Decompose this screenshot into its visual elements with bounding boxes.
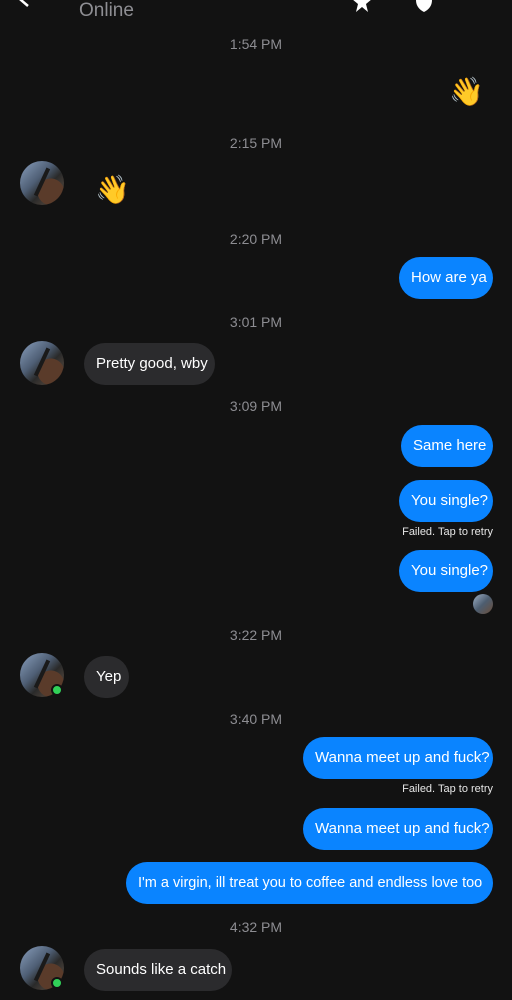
incoming-message[interactable]: Yep [84, 656, 129, 698]
timestamp: 2:20 PM [229, 231, 283, 247]
failed-retry-label[interactable]: Failed. Tap to retry [402, 526, 493, 538]
online-indicator [51, 684, 63, 696]
outgoing-message[interactable]: Wanna meet up and fuck? [303, 808, 493, 850]
incoming-wave-emoji[interactable]: 👋 [95, 176, 130, 204]
shield-icon[interactable] [414, 0, 434, 12]
star-icon[interactable] [352, 0, 372, 12]
seen-avatar [473, 594, 493, 614]
online-indicator [51, 977, 63, 989]
timestamp: 3:09 PM [229, 398, 283, 414]
outgoing-message[interactable]: You single? [399, 480, 493, 522]
avatar[interactable] [20, 341, 64, 385]
failed-retry-label[interactable]: Failed. Tap to retry [402, 783, 493, 795]
outgoing-message[interactable]: Same here [401, 425, 493, 467]
back-arrow-icon[interactable] [18, 0, 34, 8]
timestamp: 3:40 PM [229, 711, 283, 727]
timestamp: 4:32 PM [229, 919, 283, 935]
chat-header: Online [0, 0, 512, 30]
timestamp: 3:01 PM [229, 314, 283, 330]
outgoing-message[interactable]: You single? [399, 550, 493, 592]
avatar[interactable] [20, 161, 64, 205]
incoming-message[interactable]: Pretty good, wby [84, 343, 215, 385]
outgoing-message[interactable]: Wanna meet up and fuck? [303, 737, 493, 779]
outgoing-message[interactable]: I'm a virgin, ill treat you to coffee an… [126, 862, 493, 904]
incoming-message[interactable]: Sounds like a catch [84, 949, 232, 991]
online-status: Online [79, 0, 134, 21]
timestamp: 1:54 PM [229, 36, 283, 52]
timestamp: 2:15 PM [229, 135, 283, 151]
more-options-icon[interactable] [478, 0, 486, 12]
outgoing-wave-emoji[interactable]: 👋 [449, 78, 484, 106]
outgoing-message[interactable]: How are ya [399, 257, 493, 299]
timestamp: 3:22 PM [229, 627, 283, 643]
